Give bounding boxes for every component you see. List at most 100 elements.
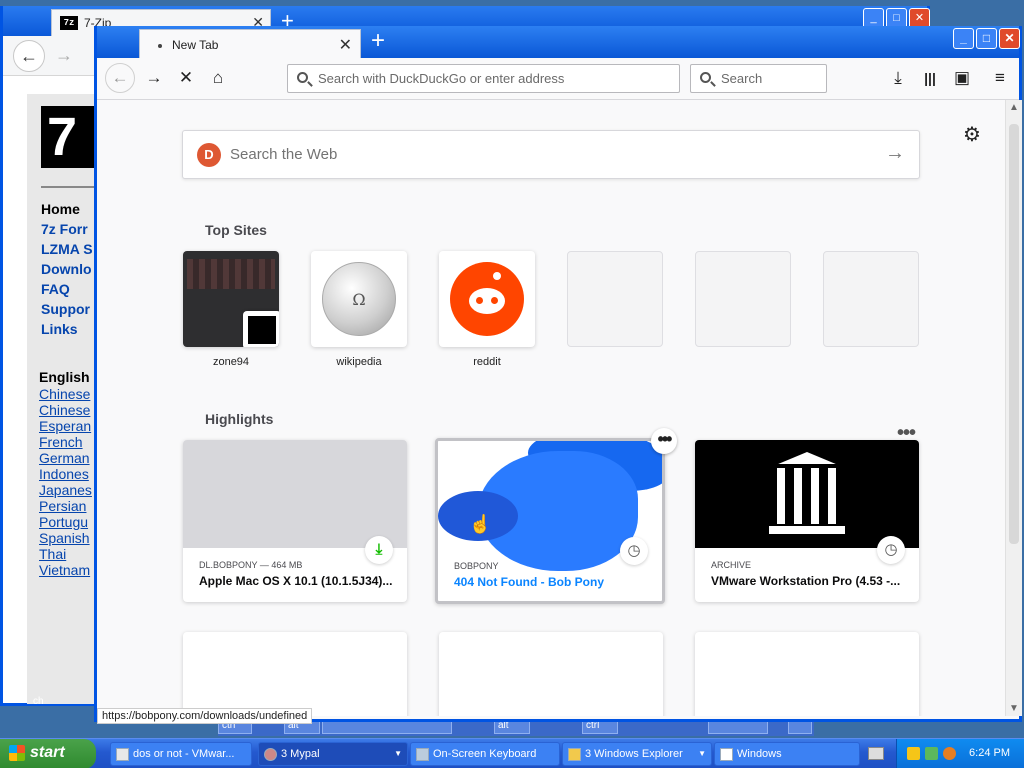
language-link[interactable]: Japanes <box>39 482 92 498</box>
taskbar-item-mypal[interactable]: 3 Mypal ▼ <box>258 742 408 766</box>
shield-icon[interactable] <box>907 747 920 760</box>
highlight-card-placeholder <box>439 632 663 716</box>
scrollbar-thumb[interactable] <box>1009 124 1019 544</box>
taskbar: start dos or not - VMwar... 3 Mypal ▼ On… <box>0 738 1024 768</box>
reddit-icon <box>450 262 524 336</box>
top-site-label: reddit <box>473 356 501 368</box>
language-link[interactable]: Spanish <box>39 530 92 546</box>
window-icon <box>720 748 733 761</box>
menu-icon[interactable]: ≡ <box>987 65 1013 91</box>
language-link[interactable]: Esperan <box>39 418 92 434</box>
taskbar-item-label: On-Screen Keyboard <box>433 748 537 760</box>
start-button[interactable]: start <box>0 739 96 768</box>
top-sites-title: Top Sites <box>205 222 267 238</box>
scroll-up-icon[interactable]: ▲ <box>1009 102 1019 113</box>
empty-tile <box>567 251 663 347</box>
menu-faq[interactable]: FAQ <box>41 279 93 299</box>
search-icon <box>297 72 308 83</box>
tab-title: New Tab <box>172 38 219 52</box>
card-more-icon[interactable]: ••• <box>651 428 677 454</box>
forward-icon[interactable]: → <box>55 45 73 66</box>
highlight-card[interactable]: ◷ ARCHIVE VMware Workstation Pro (4.53 -… <box>695 440 919 602</box>
downloads-icon[interactable]: ⤓ <box>885 65 911 91</box>
taskbar-item-windows[interactable]: Windows <box>714 742 860 766</box>
language-list: English Chinese Chinese Esperan French G… <box>39 369 92 578</box>
card-image <box>183 440 407 548</box>
highlights-title: Highlights <box>205 411 274 427</box>
browser-window[interactable]: New Tab ✕ + _ □ ✕ ← → ✕ ⌂ Search with Du… <box>94 26 1022 724</box>
taskbar-item-explorer[interactable]: 3 Windows Explorer ▼ <box>562 742 712 766</box>
top-site-label: wikipedia <box>336 356 382 368</box>
language-link[interactable]: Chinese <box>39 402 92 418</box>
network-icon[interactable] <box>925 747 938 760</box>
taskbar-item-osk[interactable]: On-Screen Keyboard <box>410 742 560 766</box>
forward-button[interactable]: → <box>141 65 167 91</box>
reddit-face <box>469 288 505 314</box>
search-tray-icon[interactable] <box>943 747 956 760</box>
top-site-tile[interactable]: Ω wikipedia <box>311 251 407 368</box>
taskbar-item-label: dos or not - VMwar... <box>133 748 235 760</box>
address-bar[interactable]: Search with DuckDuckGo or enter address <box>287 64 680 93</box>
web-search-box[interactable]: D Search the Web → <box>182 130 920 179</box>
highlight-card[interactable]: ⤓ DL.BOBPONY — 464 MB Apple Mac OS X 10.… <box>183 440 407 602</box>
menu-links[interactable]: Links <box>41 319 93 339</box>
keyboard-icon <box>416 748 429 761</box>
search-submit-icon[interactable]: → <box>885 142 905 165</box>
empty-tile <box>823 251 919 347</box>
search-placeholder: Search <box>721 71 763 86</box>
close-tab-icon[interactable]: ✕ <box>339 35 352 55</box>
card-title: VMware Workstation Pro (4.53 -... <box>711 574 901 588</box>
top-site-placeholder <box>567 251 663 347</box>
language-link[interactable]: Indones <box>39 466 92 482</box>
taskbar-item-label: 3 Mypal <box>281 748 320 760</box>
search-bar[interactable]: Search <box>690 64 827 93</box>
menu-lzma-sdk[interactable]: LZMA S <box>41 239 93 259</box>
language-link[interactable]: Chinese <box>39 386 92 402</box>
archive-pediment <box>778 452 836 464</box>
keyboard-language-icon[interactable] <box>868 747 884 760</box>
card-meta: BOBPONY <box>454 561 499 571</box>
sidebar-icon[interactable]: ▣ <box>949 65 975 91</box>
zone94-screenshot <box>187 259 275 289</box>
zone94-favicon-icon <box>243 311 279 347</box>
minimize-button[interactable]: _ <box>953 28 974 49</box>
menu-support[interactable]: Suppor <box>41 299 93 319</box>
language-link[interactable]: French <box>39 434 92 450</box>
close-window-button[interactable]: ✕ <box>999 28 1020 49</box>
language-link[interactable]: German <box>39 450 92 466</box>
home-button[interactable]: ⌂ <box>205 65 231 91</box>
clock[interactable]: 6:24 PM <box>969 747 1010 759</box>
language-link[interactable]: Thai <box>39 546 92 562</box>
download-icon: ⤓ <box>365 536 393 564</box>
address-placeholder: Search with DuckDuckGo or enter address <box>318 71 565 86</box>
clock-icon: ◷ <box>877 536 905 564</box>
language-link[interactable]: Portugu <box>39 514 92 530</box>
top-site-tile[interactable]: zone94 <box>183 251 279 368</box>
stop-button[interactable]: ✕ <box>173 65 199 91</box>
7zip-sidebar: 7 Home 7z Forr LZMA S Downlo FAQ Suppor … <box>27 94 101 704</box>
top-site-tile[interactable]: reddit <box>439 251 535 368</box>
highlight-card-placeholder <box>183 632 407 716</box>
corner-text: ch <box>33 696 44 707</box>
language-link[interactable]: Vietnam <box>39 562 92 578</box>
web-search-placeholder: Search the Web <box>230 146 338 163</box>
card-title: Apple Mac OS X 10.1 (10.1.5J34)... <box>199 574 393 588</box>
back-button[interactable]: ← <box>105 63 135 93</box>
scroll-down-icon[interactable]: ▼ <box>1009 703 1019 714</box>
gear-icon[interactable]: ⚙ <box>963 122 981 147</box>
menu-home[interactable]: Home <box>41 199 93 219</box>
start-label: start <box>30 744 65 761</box>
top-site-placeholder <box>823 251 919 347</box>
back-icon[interactable]: ← <box>13 40 45 72</box>
reddit-antenna <box>493 272 501 280</box>
tab-new-tab[interactable]: New Tab ✕ <box>139 29 361 58</box>
vertical-scrollbar[interactable]: ▲ ▼ <box>1005 100 1022 716</box>
menu-7z-format[interactable]: 7z Forr <box>41 219 93 239</box>
new-tab-button[interactable]: + <box>371 27 385 55</box>
taskbar-item-vmware[interactable]: dos or not - VMwar... <box>110 742 252 766</box>
maximize-button[interactable]: □ <box>976 28 997 49</box>
menu-download[interactable]: Downlo <box>41 259 93 279</box>
language-link[interactable]: Persian <box>39 498 92 514</box>
library-icon[interactable]: ||| <box>917 65 943 91</box>
highlight-card-placeholder <box>695 632 919 716</box>
